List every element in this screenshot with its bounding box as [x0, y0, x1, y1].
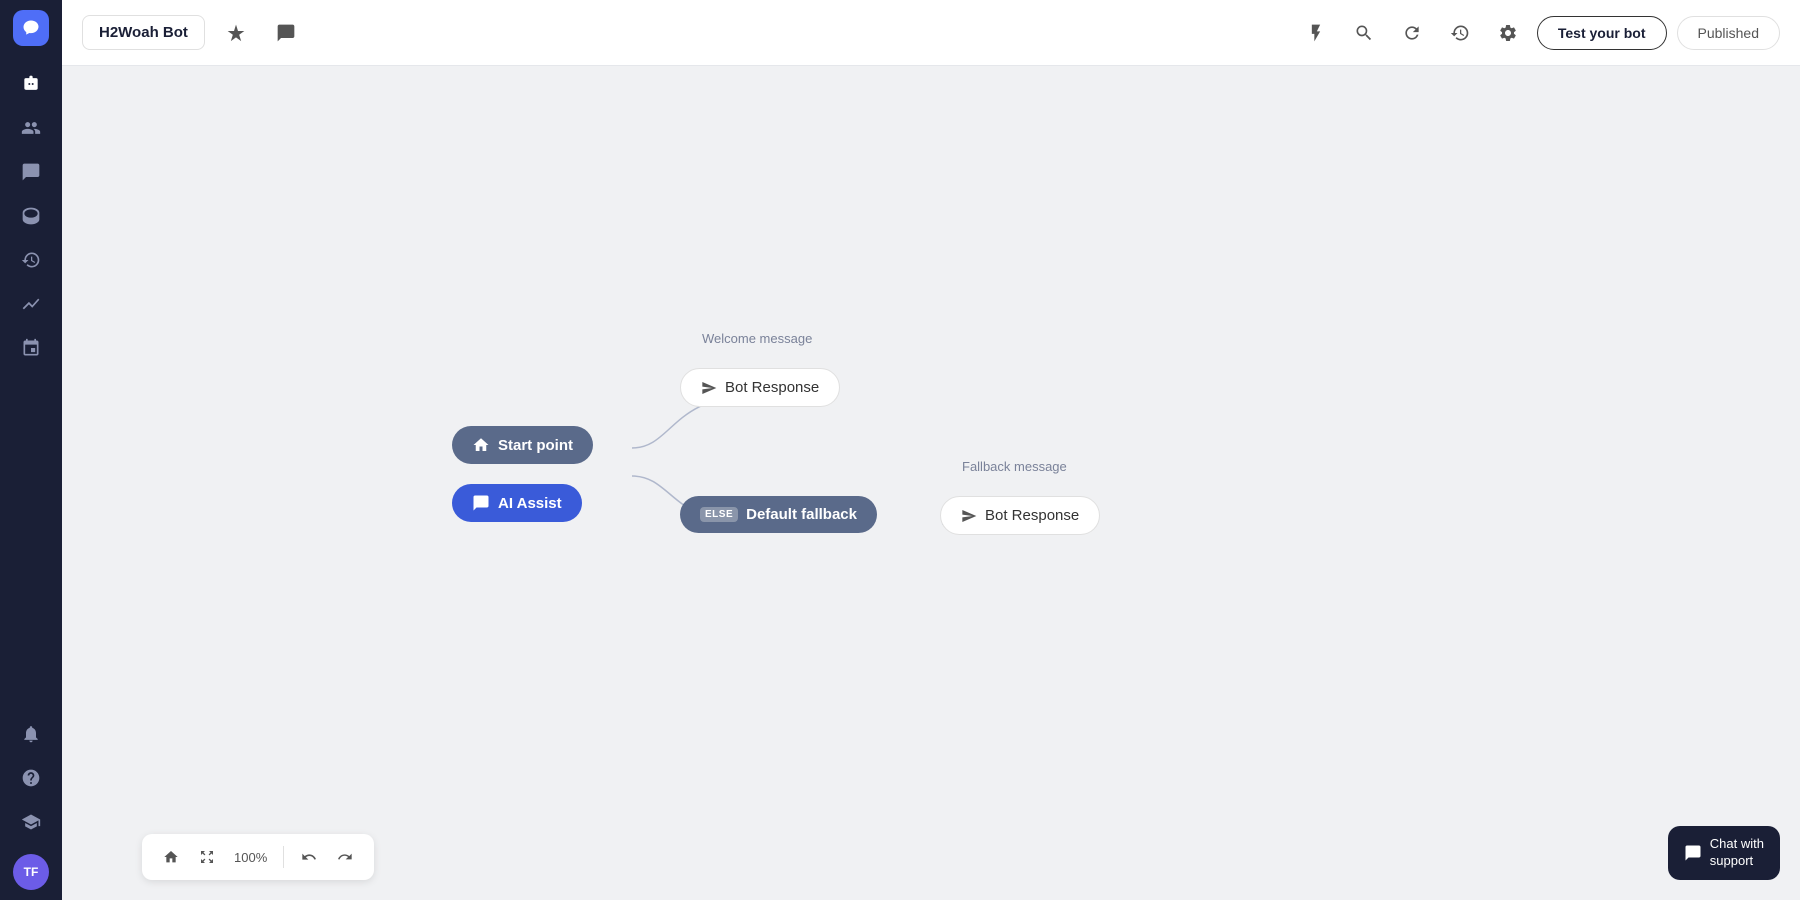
bot-name-button[interactable]: H2Woah Bot: [82, 15, 205, 50]
settings-icon-button[interactable]: [1489, 14, 1527, 52]
published-button[interactable]: Published: [1677, 16, 1781, 50]
clock-icon-button[interactable]: [1441, 14, 1479, 52]
redo-icon-button[interactable]: [330, 842, 360, 872]
sidebar-item-history[interactable]: [11, 240, 51, 280]
default-fallback-node[interactable]: ELSE Default fallback: [680, 496, 877, 533]
default-fallback-label: Default fallback: [746, 506, 857, 523]
flow-connectors: [62, 66, 1800, 900]
else-badge: ELSE: [700, 507, 738, 522]
header: H2Woah Bot Test your bot P: [62, 0, 1800, 66]
sidebar: TF: [0, 0, 62, 900]
bot-response-2-node[interactable]: Bot Response: [940, 496, 1100, 535]
chat-support-button[interactable]: Chat withsupport: [1668, 826, 1780, 880]
bottom-toolbar: 100%: [142, 834, 374, 880]
user-avatar[interactable]: TF: [13, 854, 49, 890]
sidebar-item-contacts[interactable]: [11, 108, 51, 148]
ai-assist-node[interactable]: AI Assist: [452, 484, 582, 522]
ai-assist-label: AI Assist: [498, 495, 562, 512]
sidebar-item-integrations[interactable]: [11, 328, 51, 368]
bot-response-2-label: Bot Response: [985, 507, 1079, 524]
start-point-node[interactable]: Start point: [452, 426, 593, 464]
bot-response-1-node[interactable]: Bot Response: [680, 368, 840, 407]
sparkle-icon-button[interactable]: [217, 14, 255, 52]
welcome-message-label: Welcome message: [702, 331, 812, 346]
start-point-label: Start point: [498, 437, 573, 454]
undo-icon-button[interactable]: [294, 842, 324, 872]
toolbar-divider: [283, 846, 284, 868]
test-bot-button[interactable]: Test your bot: [1537, 16, 1667, 50]
chat-icon-button[interactable]: [267, 14, 305, 52]
sidebar-item-notifications[interactable]: [11, 714, 51, 754]
search-icon-button[interactable]: [1345, 14, 1383, 52]
lightning-icon-button[interactable]: [1297, 14, 1335, 52]
header-right: Test your bot Published: [1297, 14, 1780, 52]
zoom-level: 100%: [228, 850, 273, 865]
fit-screen-icon-button[interactable]: [192, 842, 222, 872]
refresh-icon-button[interactable]: [1393, 14, 1431, 52]
flow-canvas[interactable]: Welcome message Fallback message Start p…: [62, 66, 1800, 900]
sidebar-item-conversations[interactable]: [11, 152, 51, 192]
sidebar-item-data[interactable]: [11, 196, 51, 236]
sidebar-item-bots[interactable]: [11, 64, 51, 104]
fallback-message-label: Fallback message: [962, 459, 1067, 474]
home-icon-button[interactable]: [156, 842, 186, 872]
sidebar-item-help[interactable]: [11, 758, 51, 798]
sidebar-item-analytics[interactable]: [11, 284, 51, 324]
chat-support-text: Chat withsupport: [1710, 836, 1764, 870]
sidebar-logo[interactable]: [13, 10, 49, 46]
bot-response-1-label: Bot Response: [725, 379, 819, 396]
sidebar-item-learn[interactable]: [11, 802, 51, 842]
main-area: H2Woah Bot Test your bot P: [62, 0, 1800, 900]
